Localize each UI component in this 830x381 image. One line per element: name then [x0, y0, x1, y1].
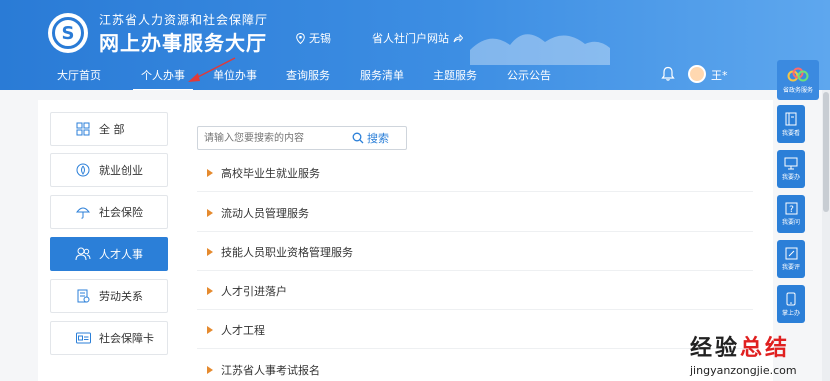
- service-label: 高校毕业生就业服务: [221, 166, 320, 180]
- search-button[interactable]: 搜索: [352, 130, 389, 146]
- service-item[interactable]: 流动人员管理服务: [197, 194, 753, 232]
- menu-item-label: 全 部: [99, 123, 125, 136]
- card-icon: [75, 330, 91, 346]
- location-selector[interactable]: 无锡: [296, 30, 331, 46]
- service-item[interactable]: 高校毕业生就业服务: [197, 154, 753, 192]
- menu-item-all[interactable]: 全 部: [50, 112, 168, 146]
- search-button-label: 搜索: [367, 132, 389, 145]
- annotation-arrow-icon: [188, 57, 236, 82]
- logo-mark-icon: S: [52, 17, 84, 49]
- watermark-title: 经验总结: [690, 330, 797, 362]
- menu-item-label: 就业创业: [99, 164, 143, 177]
- site-title: 网上办事服务大厅: [99, 31, 267, 55]
- bullet-triangle-icon: [207, 286, 213, 295]
- umbrella-icon: [75, 204, 91, 220]
- portal-link[interactable]: 省人社门户网站: [372, 30, 463, 46]
- menu-item-label: 劳动关系: [99, 290, 143, 303]
- menu-item-talent[interactable]: 人才人事: [50, 237, 168, 271]
- watermark-text: 总结: [740, 336, 791, 361]
- phone-icon: [786, 292, 796, 305]
- menu-item-labor[interactable]: 劳动关系: [50, 279, 168, 313]
- sidebar-item-gov-service[interactable]: 省政务服务: [777, 60, 819, 100]
- service-item[interactable]: 江苏省人事考试报名: [197, 351, 753, 381]
- watermark: 经验总结 jingyanzongjie.com: [690, 330, 797, 377]
- main-nav: 大厅首页 个人办事 单位办事 查询服务 服务清单 主题服务 公示公告: [0, 60, 600, 90]
- bullet-triangle-icon: [207, 168, 213, 177]
- sidebar-item-rate[interactable]: 我要评: [777, 240, 805, 278]
- site-logo[interactable]: S: [48, 13, 88, 53]
- menu-item-label: 社会保险: [99, 206, 143, 219]
- service-label: 技能人员职业资格管理服务: [221, 245, 353, 259]
- menu-item-label: 社会保障卡: [99, 332, 154, 345]
- location-pin-icon: [296, 32, 305, 44]
- user-name[interactable]: 王*: [711, 67, 728, 83]
- watermark-text: 经验: [690, 336, 741, 361]
- sidebar-label: 我要评: [781, 264, 800, 271]
- search-icon: [352, 132, 364, 144]
- compass-icon: [75, 162, 91, 178]
- sidebar-label: 我要办: [781, 174, 800, 181]
- nav-item-notices[interactable]: 公示公告: [507, 67, 551, 83]
- book-icon: [785, 112, 797, 125]
- question-icon: ?: [785, 202, 797, 215]
- watermark-url: jingyanzongjie.com: [690, 364, 797, 377]
- nav-item-query[interactable]: 查询服务: [286, 67, 330, 83]
- share-arrow-icon: [453, 33, 463, 42]
- search-input[interactable]: [198, 127, 348, 149]
- service-label: 流动人员管理服务: [221, 206, 309, 220]
- location-label: 无锡: [309, 32, 331, 45]
- grid-icon: [75, 121, 91, 137]
- service-label: 江苏省人事考试报名: [221, 363, 320, 377]
- service-label: 人才引进落户: [221, 284, 287, 298]
- sidebar-item-mobile[interactable]: 掌上办: [777, 285, 805, 323]
- people-icon: [75, 246, 91, 262]
- nav-item-topics[interactable]: 主题服务: [433, 67, 477, 83]
- menu-item-card[interactable]: 社会保障卡: [50, 321, 168, 355]
- skyline-decoration-icon: [470, 34, 610, 65]
- sidebar-item-view[interactable]: 我要看: [777, 105, 805, 143]
- portal-link-label: 省人社门户网站: [372, 32, 449, 45]
- site-header: S 江苏省人力资源和社会保障厅 网上办事服务大厅 无锡 省人社门户网站 大厅首页…: [0, 0, 830, 90]
- document-icon: [75, 288, 91, 304]
- sidebar-item-do[interactable]: 我要办: [777, 150, 805, 188]
- app-logo-icon: [787, 67, 809, 81]
- menu-item-employment[interactable]: 就业创业: [50, 153, 168, 187]
- bullet-triangle-icon: [207, 325, 213, 334]
- svg-text:?: ?: [789, 205, 794, 215]
- bullet-triangle-icon: [207, 208, 213, 217]
- monitor-icon: [784, 157, 798, 170]
- sidebar-label: 我要问: [781, 219, 800, 226]
- bullet-triangle-icon: [207, 247, 213, 256]
- org-name: 江苏省人力资源和社会保障厅: [99, 13, 269, 27]
- bullet-triangle-icon: [207, 365, 213, 374]
- menu-item-label: 人才人事: [99, 248, 143, 261]
- bell-icon[interactable]: [661, 66, 675, 82]
- service-item[interactable]: 人才工程: [197, 311, 753, 349]
- service-label: 人才工程: [221, 323, 265, 337]
- menu-item-insurance[interactable]: 社会保险: [50, 195, 168, 229]
- category-menu: 全 部 就业创业 社会保险 人才人事 劳动关系 社会保障卡: [38, 100, 183, 381]
- nav-item-home[interactable]: 大厅首页: [57, 67, 101, 83]
- service-item[interactable]: 技能人员职业资格管理服务: [197, 233, 753, 271]
- service-item[interactable]: 人才引进落户: [197, 272, 753, 310]
- service-panel: 搜索 高校毕业生就业服务 流动人员管理服务 技能人员职业资格管理服务 人才引进落…: [183, 100, 773, 381]
- edit-icon: [785, 247, 797, 260]
- nav-item-service-list[interactable]: 服务清单: [360, 67, 404, 83]
- search-box: 搜索: [197, 126, 407, 150]
- avatar[interactable]: [688, 65, 706, 83]
- sidebar-label: 我要看: [781, 129, 800, 137]
- sidebar-label: 省政务服务: [782, 86, 813, 94]
- sidebar-label: 掌上办: [781, 309, 800, 317]
- sidebar-item-ask[interactable]: ? 我要问: [777, 195, 805, 233]
